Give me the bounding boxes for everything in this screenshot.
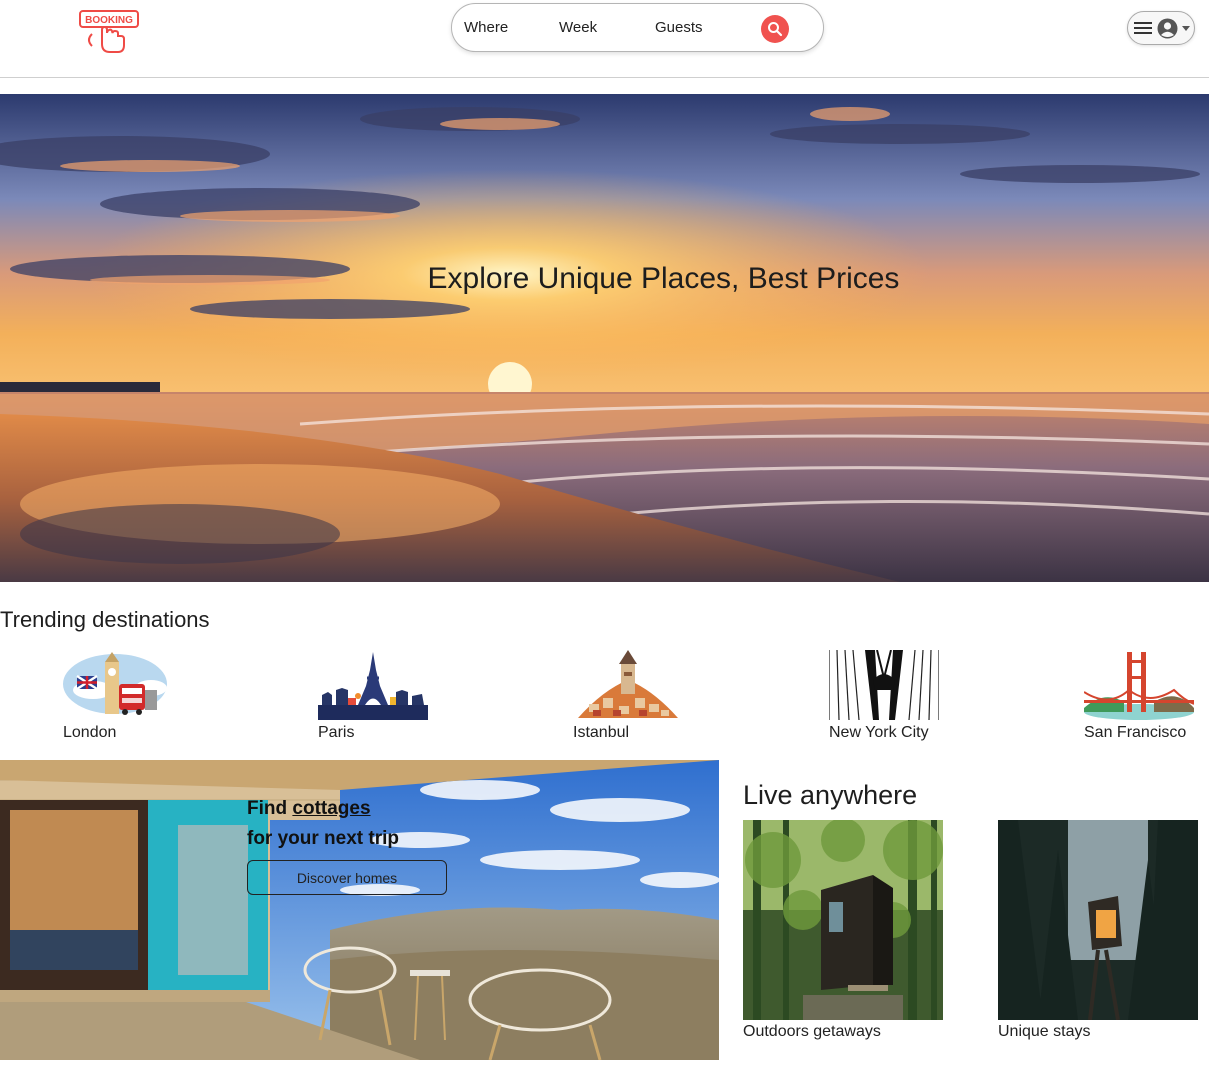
search-icon: [768, 22, 783, 37]
san-francisco-illustration: [1084, 652, 1194, 720]
chevron-down-icon: [1182, 26, 1190, 31]
destination-paris[interactable]: Paris: [318, 650, 428, 745]
destination-name: New York City: [829, 724, 929, 741]
cottages-promo: Find cottages for your next trip Discove…: [0, 760, 719, 1060]
live-card-label: Outdoors getaways: [743, 1023, 881, 1040]
istanbul-illustration: [578, 650, 678, 718]
promo-line2: for your next trip: [247, 828, 400, 849]
destination-name: San Francisco: [1084, 724, 1187, 741]
new-york-illustration: [829, 650, 939, 720]
trending-title: Trending destinations: [0, 607, 210, 632]
logo-text: BOOKING: [85, 15, 133, 26]
search-where[interactable]: Where: [464, 19, 508, 36]
top-header: BOOKING Where Week Guests: [0, 0, 1209, 78]
hero-sunset-image: [0, 94, 1209, 582]
search-week[interactable]: Week: [559, 19, 597, 36]
destination-new-york-city[interactable]: New York City: [829, 650, 939, 745]
london-illustration: [63, 652, 167, 715]
user-menu-button[interactable]: [1127, 11, 1195, 45]
search-button[interactable]: [761, 15, 789, 43]
search-guests[interactable]: Guests: [655, 19, 703, 36]
search-bar: Where Week Guests: [451, 3, 824, 52]
destination-name: Paris: [318, 724, 355, 741]
paris-illustration: [318, 652, 428, 720]
outdoors-getaways-image: [743, 820, 943, 1020]
live-card-unique-stays[interactable]: Unique stays: [998, 820, 1198, 1041]
user-avatar-icon: [1157, 18, 1178, 39]
promo-line1-prefix: Find: [247, 798, 293, 819]
unique-stays-image: [998, 820, 1198, 1020]
destination-san-francisco[interactable]: San Francisco: [1084, 650, 1194, 745]
discover-homes-button[interactable]: Discover homes: [247, 860, 447, 895]
destination-name: Istanbul: [573, 724, 630, 741]
promo-heading: Find cottages for your next trip: [247, 794, 399, 854]
hamburger-icon: [1134, 22, 1152, 34]
destination-name: London: [63, 724, 117, 741]
hero-title: Explore Unique Places, Best Prices: [427, 262, 900, 295]
live-card-outdoors-getaways[interactable]: Outdoors getaways: [743, 820, 943, 1041]
hero-banner: Explore Unique Places, Best Prices: [0, 94, 1209, 582]
destination-london[interactable]: London: [63, 650, 173, 745]
live-card-label: Unique stays: [998, 1023, 1091, 1040]
destination-istanbul[interactable]: Istanbul: [573, 650, 683, 745]
booking-logo[interactable]: BOOKING: [78, 8, 142, 56]
live-anywhere-title: Live anywhere: [743, 780, 918, 810]
cottages-link[interactable]: cottages: [292, 798, 370, 819]
